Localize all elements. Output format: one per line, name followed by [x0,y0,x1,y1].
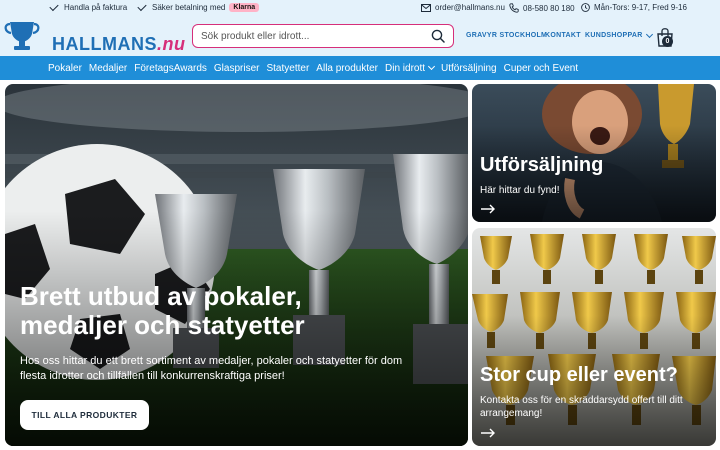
trophy-logo-icon [4,22,40,50]
hero-title: Brett utbud av pokaler, medaljer och sta… [20,281,305,340]
nav-label: Cuper och Event [503,62,579,74]
event-card[interactable]: Stor cup eller event? Kontakta oss för e… [472,228,716,446]
nav-label: Statyetter [266,62,310,74]
mail-icon [421,3,431,12]
sale-card-subtitle: Här hittar du fynd! [480,185,560,196]
klarna-logo: Klarna [229,3,260,12]
site-header: HALLMANS.nu GRAVYR STOCKHOLM KONTAKT KUN… [0,16,720,56]
search-box [192,24,454,48]
main-nav: Pokaler Medaljer FöretagsAwards Glaspris… [0,56,720,80]
kontakt-label: KONTAKT [545,32,581,39]
check-icon [49,1,59,12]
nav-label: Medaljer [88,62,128,74]
hero-banner[interactable]: Brett utbud av pokaler, medaljer och sta… [5,84,468,446]
nav-item-medaljer[interactable]: Medaljer [89,63,127,74]
logo-tld: .nu [157,34,186,54]
search-icon[interactable] [431,29,445,43]
sale-card[interactable]: Utförsäljning Här hittar du fynd! [472,84,716,222]
arrow-right-icon [481,204,495,214]
usp-invoice: Handla på faktura [49,1,128,12]
opening-hours-text: Mån-Tors: 9-17, Fred 9-16 [594,3,687,12]
usp-secure-payment: Säker betalning med Klarna [137,1,260,12]
check-icon [137,1,147,12]
logo-main: HALLMANS [52,34,157,54]
clock-icon [581,3,590,12]
nav-item-cuper-och-event[interactable]: Cuper och Event [504,63,579,74]
gravyr-stockholm-label: GRAVYR STOCKHOLM [466,32,548,39]
hero-image [5,84,468,446]
site-logo[interactable]: HALLMANS.nu [4,22,186,55]
chevron-down-icon [427,62,436,71]
nav-label: Utförsäljning [441,62,497,74]
usp-invoice-text: Handla på faktura [64,3,128,12]
usp-secure-payment-text: Säker betalning med [152,3,226,12]
kundshoppar-label: KUNDSHOPPAR [585,32,643,39]
nav-item-din-idrott[interactable]: Din idrott [385,62,436,74]
all-products-button[interactable]: TILL ALLA PRODUKTER [20,400,149,430]
sale-card-image [472,84,716,222]
email-text: order@hallmans.nu [435,3,505,12]
cart-count-badge: 0 [662,36,673,47]
phone-text: 08-580 80 180 [523,3,575,13]
search-input[interactable] [201,28,421,44]
nav-label: Din idrott [385,62,426,74]
nav-item-alla-produkter[interactable]: Alla produkter [316,63,378,74]
nav-label: FöretagsAwards [134,62,207,74]
hero-subtitle: Hos oss hittar du ett brett sortiment av… [20,355,403,382]
nav-item-statyetter[interactable]: Statyetter [266,63,309,74]
email-link[interactable]: order@hallmans.nu [421,3,505,12]
nav-label: Alla produkter [316,62,378,74]
nav-item-glaspriser[interactable]: Glaspriser [214,63,260,74]
chevron-down-icon [645,30,653,38]
gravyr-stockholm-link[interactable]: GRAVYR STOCKHOLM [466,32,547,39]
kontakt-link[interactable]: KONTAKT [545,32,581,39]
arrow-right-icon [481,428,495,438]
nav-label: Glaspriser [213,62,260,74]
event-card-title: Stor cup eller event? [480,364,678,386]
nav-item-foretagsawards[interactable]: FöretagsAwards [134,63,207,74]
nav-label: Pokaler [48,62,82,74]
logo-text: HALLMANS.nu [52,34,186,55]
nav-item-pokaler[interactable]: Pokaler [48,63,82,74]
phone-link[interactable]: 08-580 80 180 [509,3,575,13]
kundshoppar-dropdown[interactable]: KUNDSHOPPAR [585,30,653,39]
event-card-subtitle: Kontakta oss för en skräddarsydd offert … [480,395,683,419]
sale-card-title: Utförsäljning [480,154,604,176]
opening-hours: Mån-Tors: 9-17, Fred 9-16 [581,3,687,12]
phone-icon [509,3,519,13]
nav-item-utforsaljning[interactable]: Utförsäljning [441,63,497,74]
top-info-bar: Handla på faktura Säker betalning med Kl… [0,0,720,16]
